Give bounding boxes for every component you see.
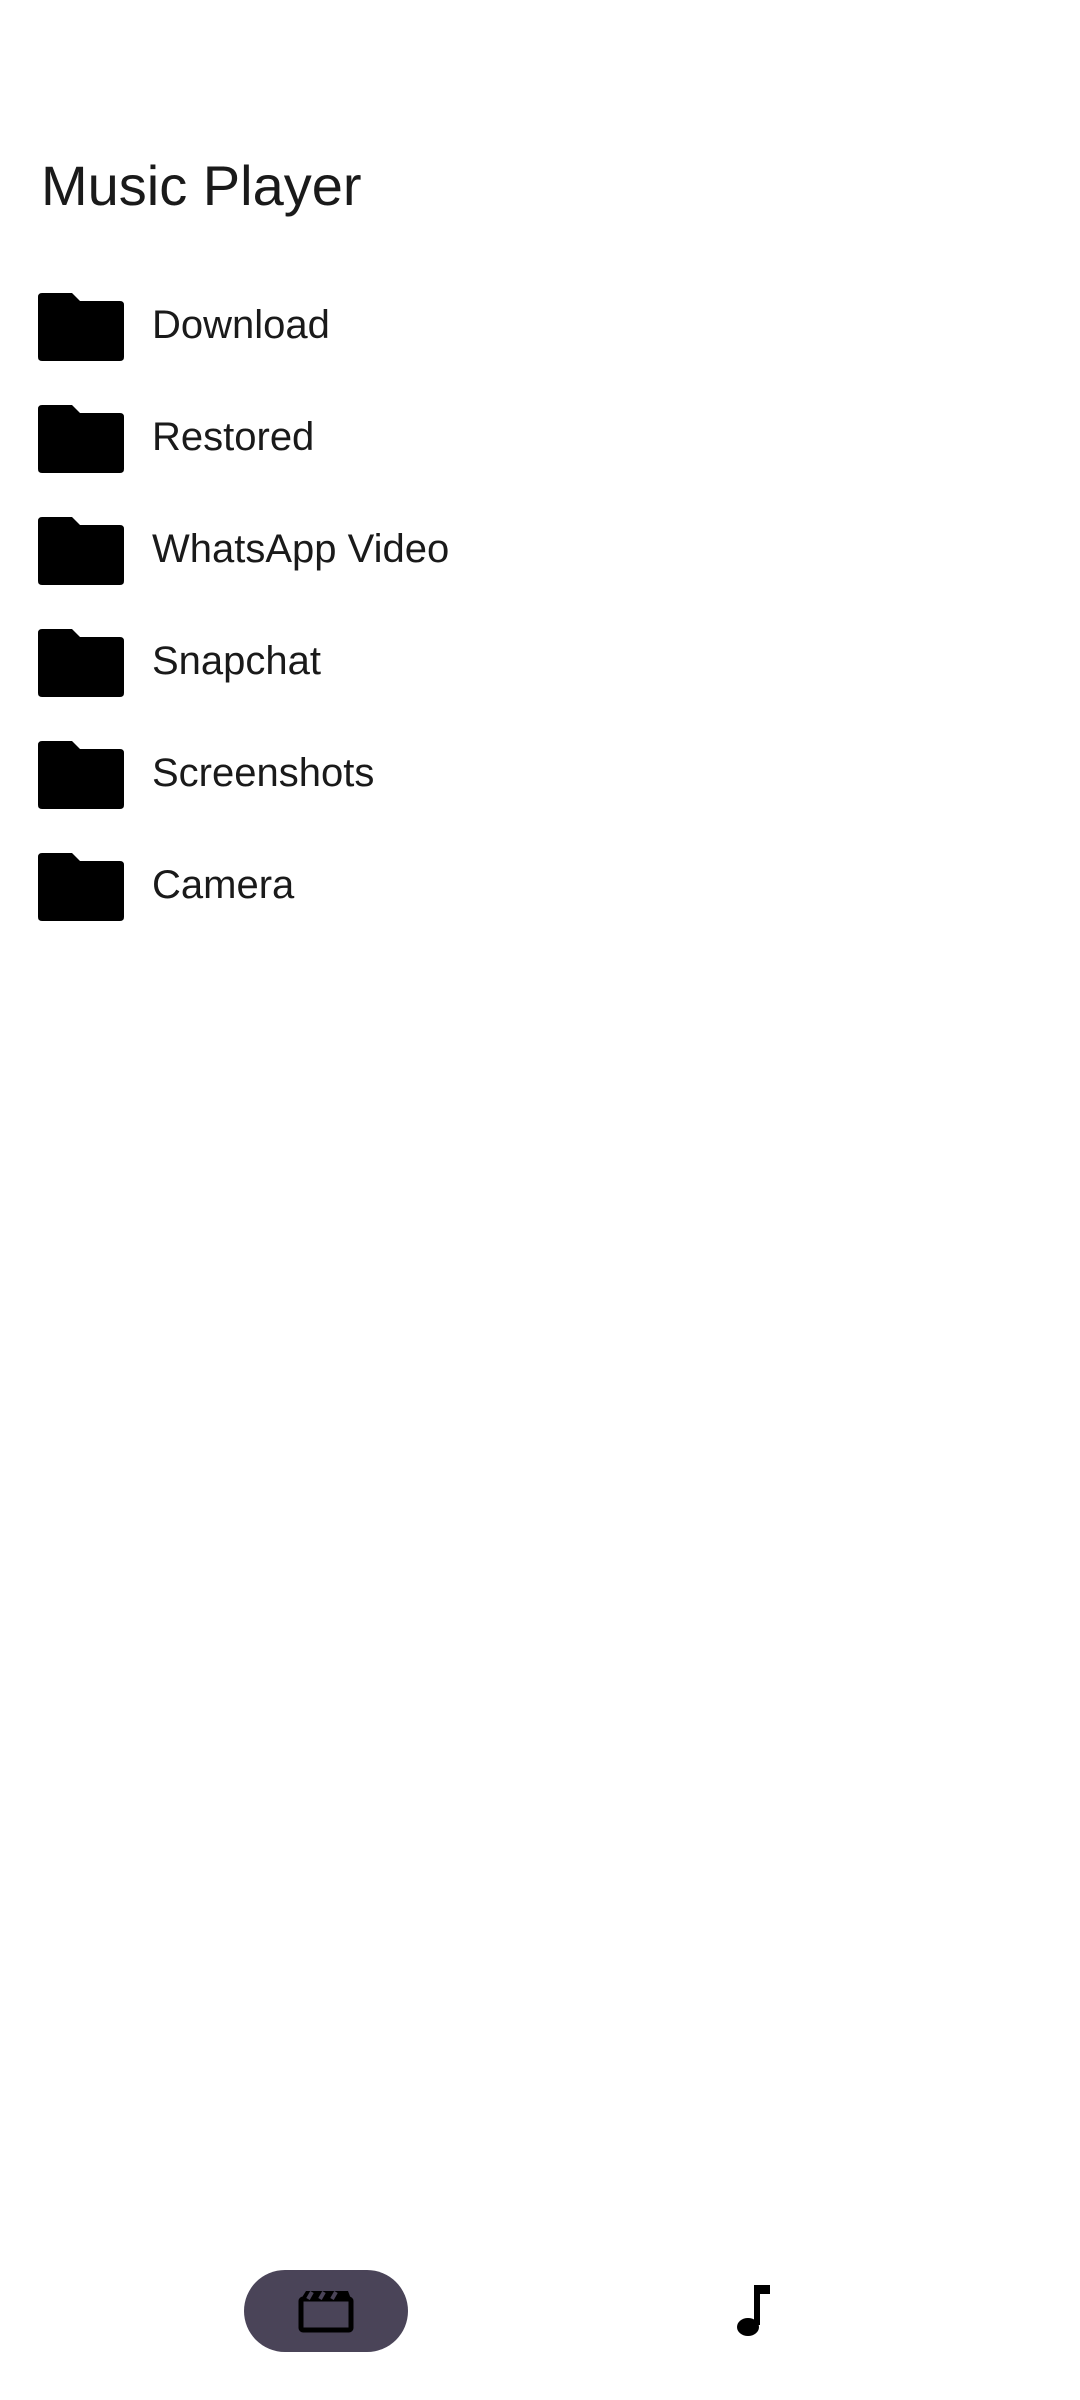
nav-music-button[interactable] (672, 2270, 836, 2352)
folder-icon (38, 291, 124, 361)
folder-icon (38, 851, 124, 921)
folder-item-snapchat[interactable]: Snapchat (0, 605, 1080, 717)
folder-icon (38, 627, 124, 697)
folder-item-camera[interactable]: Camera (0, 829, 1080, 941)
music-note-icon (734, 2283, 774, 2339)
folder-item-whatsapp-video[interactable]: WhatsApp Video (0, 493, 1080, 605)
folder-item-screenshots[interactable]: Screenshots (0, 717, 1080, 829)
folder-label: Camera (152, 863, 295, 907)
folder-list: Download Restored WhatsApp Video Snapcha… (0, 269, 1080, 941)
folder-label: Screenshots (152, 751, 375, 795)
page-title: Music Player (41, 154, 362, 217)
folder-label: Snapchat (152, 639, 322, 683)
bottom-navigation (0, 2240, 1080, 2400)
nav-videos-button[interactable] (244, 2270, 408, 2352)
folder-item-download[interactable]: Download (0, 269, 1080, 381)
folder-item-restored[interactable]: Restored (0, 381, 1080, 493)
folder-label: Download (152, 303, 330, 347)
folder-label: WhatsApp Video (152, 527, 450, 571)
folder-label: Restored (152, 415, 315, 459)
folder-icon (38, 403, 124, 473)
folder-icon (38, 515, 124, 585)
movie-icon (298, 2289, 354, 2333)
folder-icon (38, 739, 124, 809)
